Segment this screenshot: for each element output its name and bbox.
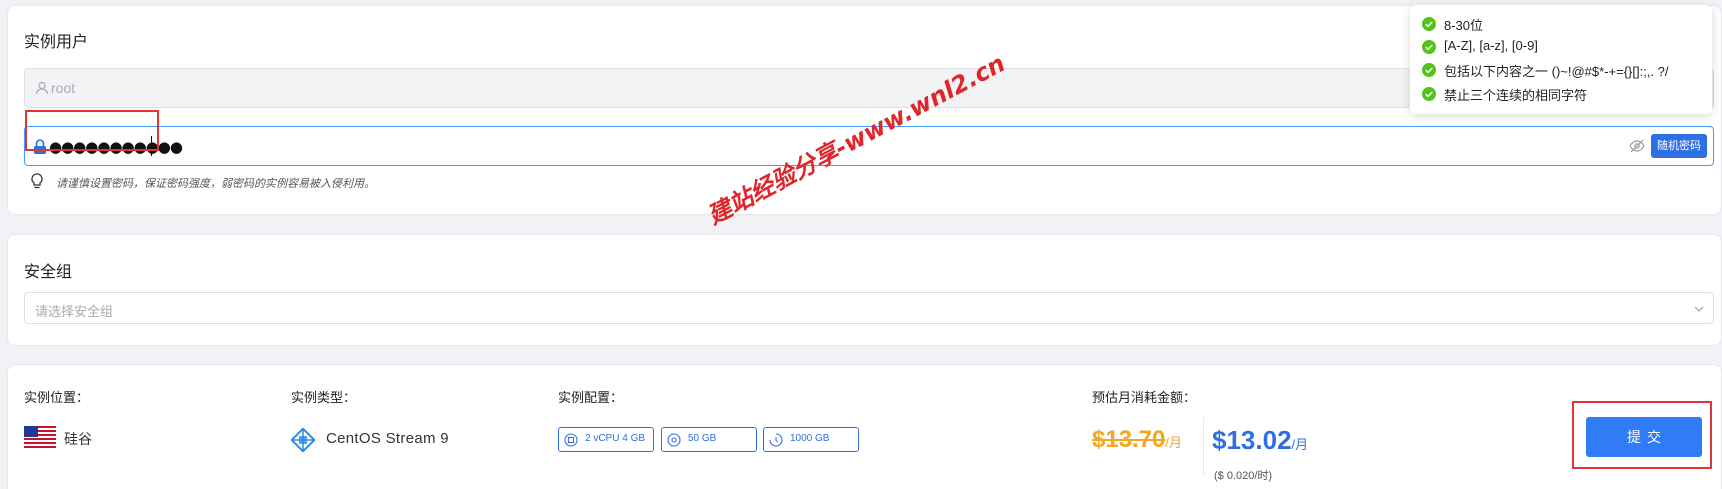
password-hint-text: 请谨慎设置密码，保证密码强度，弱密码的实例容易被入侵利用。 xyxy=(56,178,375,190)
old-price: $13.70/月 xyxy=(1092,426,1182,454)
disk-icon xyxy=(667,433,681,447)
highlight-box-password xyxy=(25,110,159,151)
new-price-amount: $13.02 xyxy=(1212,425,1292,455)
location-value: 硅谷 xyxy=(64,431,92,447)
rule-text: 8-30位 xyxy=(1444,18,1484,33)
submit-button[interactable]: 提交 xyxy=(1586,417,1702,457)
spec-text: 2 vCPU 4 GB xyxy=(585,433,646,444)
hourly-price: ($ 0.020/时) xyxy=(1214,470,1273,482)
user-icon xyxy=(35,81,49,95)
cpu-icon xyxy=(564,433,578,447)
summary-card: 实例位置： 实例类型： 实例配置： 预估月消耗金额： 硅谷 CentOS Str… xyxy=(7,364,1722,489)
new-price: $13.02/月 xyxy=(1212,425,1308,456)
spec-text: 50 GB xyxy=(688,433,717,444)
security-group-placeholder: 请选择安全组 xyxy=(35,304,114,319)
random-password-button[interactable]: 随机密码 xyxy=(1651,134,1707,158)
security-group-title: 安全组 xyxy=(24,264,73,281)
old-price-amount: $13.70 xyxy=(1092,426,1166,453)
spec-bandwidth: 1000 GB xyxy=(763,427,859,452)
spec-disk: 50 GB xyxy=(661,427,757,452)
username-value: root xyxy=(51,80,76,96)
security-group-card: 安全组 请选择安全组 xyxy=(7,234,1722,346)
us-flag-icon xyxy=(24,426,56,448)
bandwidth-icon xyxy=(769,433,783,447)
rule-text: 禁止三个连续的相同字符 xyxy=(1444,88,1588,103)
type-label: 实例类型： xyxy=(291,390,357,405)
spec-text: 1000 GB xyxy=(790,433,830,444)
check-circle-icon xyxy=(1422,63,1436,77)
check-circle-icon xyxy=(1422,17,1436,31)
new-price-unit: /月 xyxy=(1291,437,1309,452)
centos-logo-icon xyxy=(291,428,315,452)
rule-text: 包括以下内容之一 ()~!@#$*-+={}[]:;,. ?/ xyxy=(1444,64,1669,79)
type-value: CentOS Stream 9 xyxy=(326,430,449,447)
cost-label: 预估月消耗金额： xyxy=(1092,390,1197,405)
spec-cpu: 2 vCPU 4 GB xyxy=(558,427,654,452)
check-circle-icon xyxy=(1422,40,1436,54)
lightbulb-icon xyxy=(31,173,43,189)
highlight-box-submit: 提交 xyxy=(1572,401,1712,469)
password-rules-tooltip: 8-30位 [A-Z], [a-z], [0-9] 包括以下内容之一 ()~!@… xyxy=(1410,5,1712,114)
rule-text: [A-Z], [a-z], [0-9] xyxy=(1444,38,1538,53)
chevron-down-icon xyxy=(1694,306,1704,312)
price-divider xyxy=(1203,417,1204,475)
check-circle-icon xyxy=(1422,87,1436,101)
location-label: 实例位置： xyxy=(24,390,90,405)
instance-user-title: 实例用户 xyxy=(24,34,89,51)
config-label: 实例配置： xyxy=(558,390,624,405)
old-price-unit: /月 xyxy=(1165,435,1183,450)
security-group-select[interactable]: 请选择安全组 xyxy=(24,292,1714,324)
eye-off-icon[interactable] xyxy=(1629,139,1645,153)
